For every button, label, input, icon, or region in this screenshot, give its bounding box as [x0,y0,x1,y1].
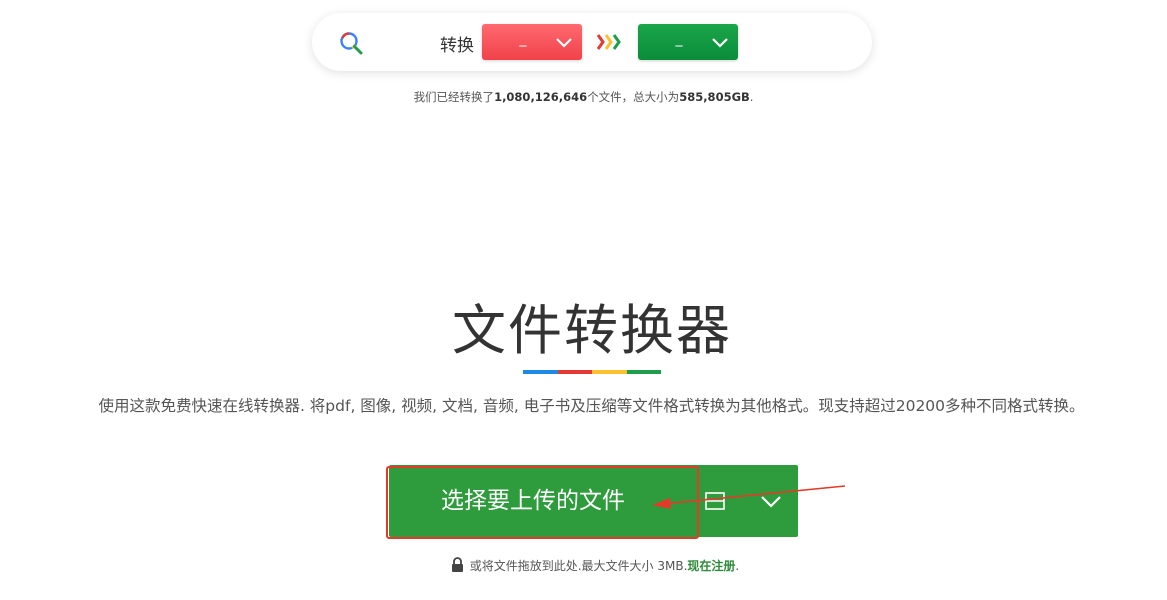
from-format-select[interactable]: _ [482,24,582,60]
stats-total-size: 585,805GB [679,90,750,104]
triple-chevron-right-icon [596,34,621,50]
from-format-value: _ [519,31,527,47]
convert-label: 转换 [440,36,474,56]
chevron-down-icon [712,38,728,48]
annotation-arrow-icon [652,485,846,509]
page-title: 文件转换器 [452,299,732,362]
footer-suffix: . [735,559,740,573]
lock-icon [451,557,463,572]
underline-segment-blue [523,370,558,374]
converter-search-bar: 转换 _ _ [312,13,872,71]
search-icon[interactable] [338,30,364,56]
page-description: 使用这款免费快速在线转换器. 将pdf, 图像, 视频, 文档, 音频, 电子书… [98,397,1085,415]
page: 转换 _ _ 我们已经转换了1,080,126,646个文件，总大小为585,8… [0,0,1167,600]
stats-middle: 个文件，总大小为 [587,90,680,104]
register-link[interactable]: 现在注册 [687,559,735,573]
stats-prefix: 我们已经转换了 [413,90,495,104]
chevron-down-icon [556,38,572,48]
title-underline [523,370,661,374]
upload-footer-note: 或将文件拖放到此处.最大文件大小 3MB.现在注册. [0,557,1167,574]
footer-text: 或将文件拖放到此处.最大文件大小 3MB. [469,559,688,573]
underline-segment-green [626,370,661,374]
stats-file-count: 1,080,126,646 [494,90,588,104]
stats-suffix: . [749,90,754,104]
underline-segment-red [557,370,592,374]
conversion-stats: 我们已经转换了1,080,126,646个文件，总大小为585,805GB. [0,89,1167,105]
to-format-select[interactable]: _ [638,24,738,60]
to-format-value: _ [675,31,683,47]
underline-segment-yellow [592,370,627,374]
